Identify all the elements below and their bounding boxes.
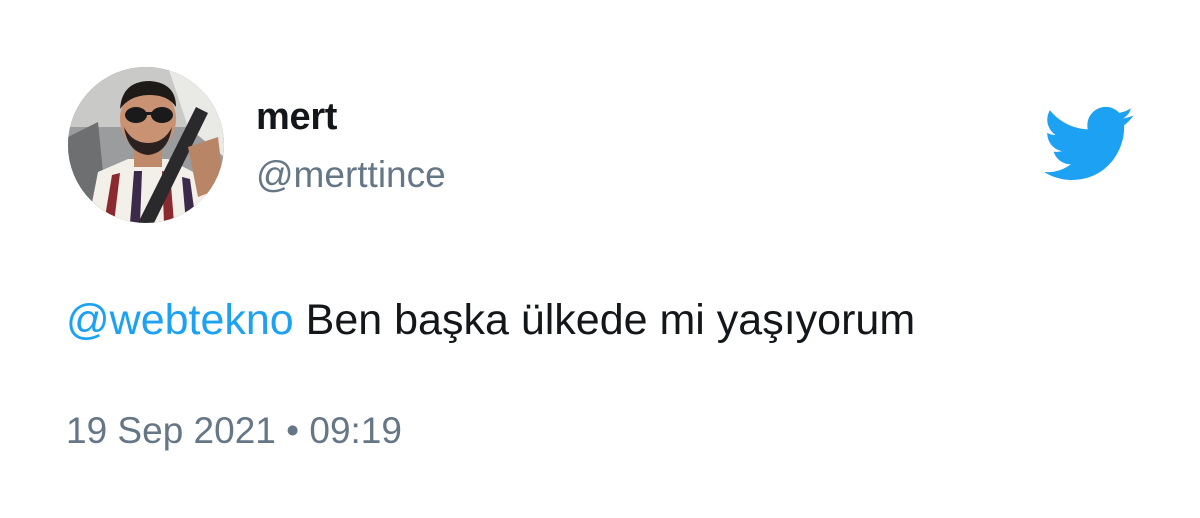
tweet-date: 19 Sep 2021 [66, 410, 276, 451]
tweet-body: Ben başka ülkede mi yaşıyorum [293, 296, 916, 344]
twitter-bird-icon-glyph [1043, 106, 1134, 180]
user-handle[interactable]: @merttince [256, 152, 446, 198]
tweet-timestamp[interactable]: 19 Sep 2021 • 09:19 [66, 408, 402, 454]
twitter-bird-icon[interactable] [1043, 106, 1135, 182]
mention-link[interactable]: @webtekno [66, 296, 294, 344]
timestamp-separator: • [275, 410, 310, 451]
tweet-time: 09:19 [309, 410, 402, 451]
tweet-text: @webtekno Ben başka ülkede mi yaşıyorum [66, 292, 915, 348]
avatar-image [68, 67, 224, 223]
avatar[interactable] [68, 67, 224, 223]
tweet-card: mert @merttince @webtekno Ben başka ülke… [0, 0, 1200, 518]
display-name[interactable]: mert [256, 94, 337, 140]
